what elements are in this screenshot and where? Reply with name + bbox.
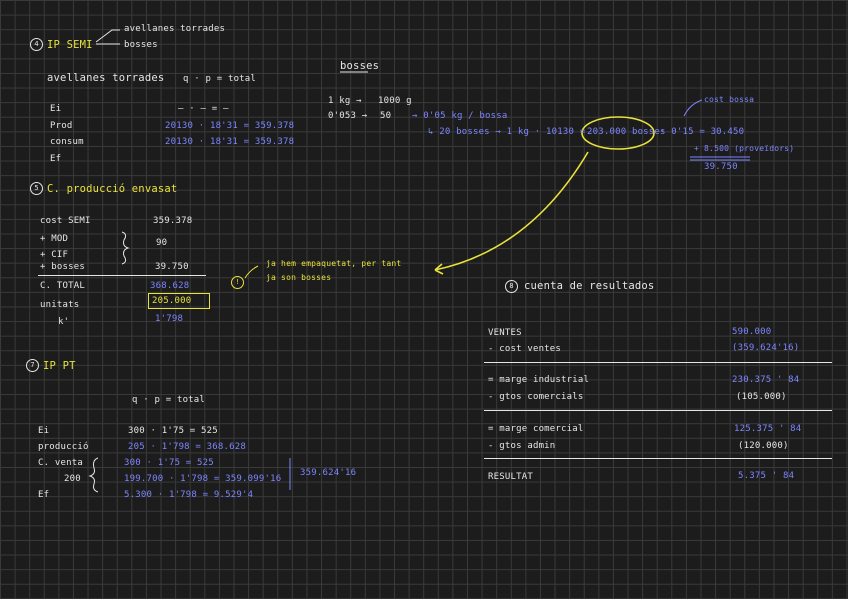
bosses-total: 39.750	[704, 162, 738, 172]
s4-row-label: Ei	[50, 104, 62, 114]
s7-row-value: 199.700 · 1'798 = 359.099'16	[124, 474, 282, 484]
s5-row-label: + MOD	[40, 234, 69, 244]
bosses-mult: · 0'15 = 30.450	[660, 127, 745, 137]
s4-row-value: — · — = —	[178, 104, 229, 114]
cost-bossa-label: cost bossa	[704, 95, 755, 104]
s8-divider	[484, 458, 832, 459]
s8-row-value: 125.375 ' 84	[734, 424, 802, 434]
s8-row-value: 590.000	[732, 327, 772, 337]
s5-row-label: cost SEMI	[40, 216, 91, 226]
note-mark: !	[231, 276, 244, 289]
s8-result-label: RESULTAT	[488, 472, 533, 482]
s8-row-label: = marge industrial	[488, 375, 590, 385]
s7-row-value: 5.300 · 1'798 = 9.529'4	[124, 490, 254, 500]
section-5-number: 5	[30, 182, 43, 195]
s5-k-value: 1'798	[155, 314, 184, 324]
bosses-title: bosses	[340, 60, 380, 72]
branch-avellanes: avellanes torrades	[124, 24, 226, 34]
section-8-number: 8	[505, 280, 518, 293]
s7-row-label: C. venta	[38, 458, 83, 468]
s5-units-value: 205.000	[152, 296, 192, 306]
s8-row-label: - cost ventes	[488, 344, 562, 354]
s4-row-label: Ef	[50, 154, 62, 164]
bosses-line2b: 50	[380, 111, 392, 121]
branch-bosses: bosses	[124, 40, 158, 50]
s7-row-label: producció	[38, 442, 89, 452]
s8-row-label: VENTES	[488, 328, 522, 338]
s7-row-value: 300 · 1'75 = 525	[128, 426, 218, 436]
bosses-plus: + 8.500 (proveïdors)	[694, 144, 795, 153]
s5-row-value: 39.750	[155, 262, 189, 272]
bosses-line1a: 1 kg →	[328, 96, 362, 106]
s8-row-value: (359.624'16)	[732, 343, 800, 353]
s8-row-label: - gtos comercials	[488, 392, 584, 402]
s7-row-value: 300 · 1'75 = 525	[124, 458, 214, 468]
bosses-line2c: → 0'05 kg / bossa	[412, 111, 508, 121]
section-7-title: IP PT	[43, 360, 76, 372]
s8-row-value: (120.000)	[738, 441, 789, 451]
section-4-formula: q · p = total	[183, 74, 257, 84]
note-line1: ja hem empaquetat, per tant	[266, 259, 402, 268]
s8-row-label: - gtos admin	[488, 441, 556, 451]
s5-units-label: unitats	[40, 300, 80, 310]
s5-row-label: + CIF	[40, 250, 69, 260]
s7-row-label: Ei	[38, 426, 50, 436]
section-8-title: cuenta de resultados	[524, 280, 655, 292]
s4-row-label: Prod	[50, 121, 73, 131]
s4-row-value: 20130 · 18'31 = 359.378	[165, 121, 295, 131]
section-4-title: IP SEMI	[47, 39, 93, 51]
section-4-subtitle: avellanes torrades	[47, 72, 165, 84]
s7-sub-label: 200	[64, 474, 81, 484]
s5-row-label: + bosses	[40, 262, 85, 272]
s7-row-label: Ef	[38, 490, 50, 500]
s8-row-value: (105.000)	[736, 392, 787, 402]
s5-row-value: 90	[156, 238, 168, 248]
bosses-line3: ↳ 20 bosses → 1 kg · 10130 =	[428, 127, 586, 137]
s5-total-label: C. TOTAL	[40, 281, 85, 291]
s7-row-value: 205 · 1'798 = 368.628	[128, 442, 246, 452]
section-4-number: 4	[30, 38, 43, 51]
s5-row-value: 359.378	[153, 216, 193, 226]
note-line2: ja son bosses	[266, 273, 332, 282]
bosses-line2a: 0'053 →	[328, 111, 368, 121]
s4-row-value: 20130 · 18'31 = 359.378	[165, 137, 295, 147]
s8-divider	[484, 410, 832, 411]
annotation-strokes	[88, 29, 750, 493]
section-7-number: 7	[26, 359, 39, 372]
s7-brace-total: 359.624'16	[300, 468, 357, 478]
s5-total-value: 368.628	[150, 281, 190, 291]
bosses-circled: 203.000 bosses	[587, 127, 666, 137]
s4-row-label: consum	[50, 137, 84, 147]
s8-divider	[484, 362, 832, 363]
s8-result-value: 5.375 ' 84	[738, 471, 795, 481]
s5-sum-line	[38, 275, 206, 276]
section-5-title: C. producció envasat	[47, 183, 178, 195]
s7-formula: q · p = total	[132, 395, 206, 405]
s8-row-value: 230.375 ' 84	[732, 375, 800, 385]
s8-row-label: = marge comercial	[488, 424, 584, 434]
s5-k-label: k'	[58, 317, 70, 327]
bosses-line1b: 1000 g	[378, 96, 412, 106]
